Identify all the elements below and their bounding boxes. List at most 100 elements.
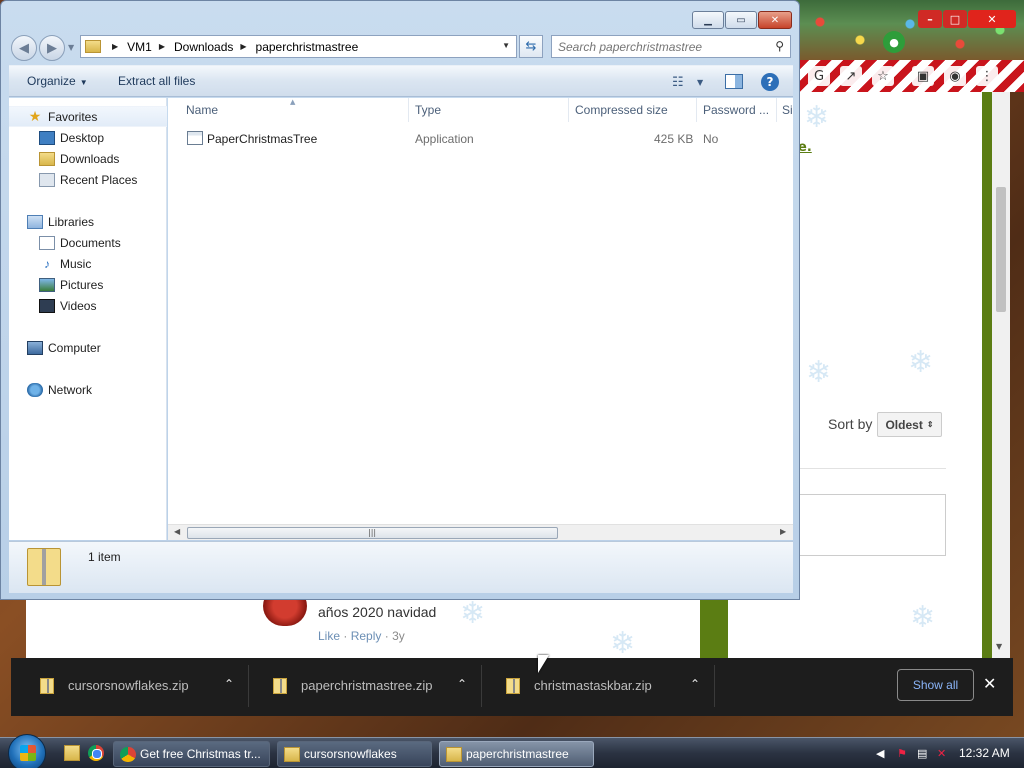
action-center-flag-icon[interactable]: ⚑ bbox=[897, 747, 907, 760]
volume-muted-icon[interactable]: ✕ bbox=[937, 747, 946, 760]
chevron-up-icon[interactable]: ⌃ bbox=[457, 677, 467, 691]
chrome-quicklaunch-icon[interactable] bbox=[88, 745, 104, 761]
column-header-type[interactable]: Type bbox=[415, 103, 441, 117]
browser-scrollbar-thumb[interactable] bbox=[996, 187, 1006, 312]
nav-downloads[interactable]: Downloads bbox=[9, 148, 167, 169]
breadcrumb-current[interactable]: paperchristmastree bbox=[256, 40, 359, 54]
change-view-icon[interactable]: ☷ bbox=[672, 75, 684, 90]
address-bar[interactable]: ▶ VM1 ▶ Downloads ▶ paperchristmastree ▼ bbox=[80, 35, 517, 58]
search-icon[interactable]: ⚲ bbox=[775, 39, 784, 53]
nav-recent-places[interactable]: Recent Places bbox=[9, 169, 167, 190]
zip-file-icon bbox=[506, 678, 520, 694]
google-icon[interactable]: G bbox=[808, 66, 830, 86]
comment-textarea[interactable] bbox=[798, 494, 946, 556]
browser-minimize-button[interactable]: – bbox=[918, 10, 942, 28]
snowflake-icon: ❄ bbox=[910, 600, 936, 635]
nav-documents[interactable]: Documents bbox=[9, 232, 167, 253]
page-link[interactable]: e. bbox=[798, 140, 812, 155]
explorer-quicklaunch-icon[interactable] bbox=[64, 745, 80, 761]
scroll-left-arrow-icon[interactable]: ◀ bbox=[174, 527, 180, 536]
snowflake-icon: ❄ bbox=[806, 355, 832, 390]
taskbar-button-browser[interactable]: Get free Christmas tr... bbox=[113, 741, 270, 767]
sort-select[interactable]: Oldest ⇕ bbox=[877, 412, 942, 437]
like-link[interactable]: Like bbox=[318, 629, 340, 643]
download-item[interactable]: cursorsnowflakes.zip ⌃ bbox=[16, 665, 249, 707]
taskbar-button-paperchristmastree[interactable]: paperchristmastree bbox=[439, 741, 594, 767]
nav-libraries-label: Libraries bbox=[48, 214, 95, 229]
extract-all-button[interactable]: Extract all files bbox=[118, 74, 195, 88]
view-options-dropdown-icon[interactable]: ▼ bbox=[697, 78, 703, 87]
column-divider[interactable] bbox=[776, 98, 777, 122]
close-button[interactable]: ✕ bbox=[758, 11, 792, 29]
help-icon[interactable]: ? bbox=[761, 73, 779, 91]
command-bar: Organize ▼ Extract all files ☷ ▼ ? bbox=[9, 65, 793, 97]
show-hidden-icons-icon[interactable]: ◀ bbox=[876, 747, 884, 760]
snowflake-icon: ❄ bbox=[804, 100, 830, 135]
download-item[interactable]: christmastaskbar.zip ⌃ bbox=[482, 665, 715, 707]
nav-network[interactable]: Network bbox=[9, 379, 167, 400]
nav-downloads-label: Downloads bbox=[60, 151, 120, 166]
scroll-right-arrow-icon[interactable]: ▶ bbox=[780, 527, 786, 536]
horizontal-scrollbar[interactable]: ◀ ||| ▶ bbox=[168, 524, 793, 540]
taskbar-button-cursorsnowflakes[interactable]: cursorsnowflakes bbox=[277, 741, 432, 767]
nav-music[interactable]: ♪ Music bbox=[9, 253, 167, 274]
nav-documents-label: Documents bbox=[60, 235, 121, 250]
maximize-button[interactable]: ▭ bbox=[725, 11, 757, 29]
file-password: No bbox=[703, 132, 719, 146]
show-all-button[interactable]: Show all bbox=[897, 669, 974, 701]
refresh-button[interactable]: ⇆ bbox=[519, 35, 543, 58]
back-button[interactable]: ◀ bbox=[11, 35, 37, 61]
reply-link[interactable]: Reply bbox=[351, 629, 382, 643]
organize-button[interactable]: Organize ▼ bbox=[27, 74, 88, 88]
nav-favorites[interactable]: ★ Favorites bbox=[9, 106, 167, 127]
column-header-password[interactable]: Password ... bbox=[703, 103, 769, 117]
chevron-up-icon[interactable]: ⌃ bbox=[224, 677, 234, 691]
search-input[interactable] bbox=[552, 36, 762, 57]
bookmark-star-icon[interactable]: ☆ bbox=[872, 66, 894, 86]
minimize-button[interactable]: ▁ bbox=[692, 11, 724, 29]
nav-libraries[interactable]: Libraries bbox=[9, 211, 167, 232]
address-dropdown-icon[interactable]: ▼ bbox=[502, 41, 510, 50]
nav-pictures[interactable]: Pictures bbox=[9, 274, 167, 295]
folder-icon bbox=[446, 747, 462, 762]
browser-maximize-button[interactable]: □ bbox=[943, 10, 967, 28]
clock[interactable]: 12:32 AM bbox=[959, 746, 1010, 760]
tab-search-icon[interactable]: ▣ bbox=[912, 66, 934, 86]
horizontal-scrollbar-thumb[interactable]: ||| bbox=[187, 527, 558, 539]
column-divider[interactable] bbox=[568, 98, 569, 122]
download-item[interactable]: paperchristmastree.zip ⌃ bbox=[249, 665, 482, 707]
browser-scrollbar[interactable]: ▼ bbox=[992, 92, 1010, 662]
nav-desktop[interactable]: Desktop bbox=[9, 127, 167, 148]
breadcrumb-arrow-icon[interactable]: ▶ bbox=[112, 42, 118, 51]
preview-pane-icon[interactable] bbox=[725, 74, 743, 89]
zip-folder-icon bbox=[85, 40, 101, 53]
breadcrumb-downloads[interactable]: Downloads bbox=[174, 40, 233, 54]
column-header-name[interactable]: Name bbox=[186, 103, 218, 117]
nav-videos[interactable]: Videos bbox=[9, 295, 167, 316]
profile-avatar-icon[interactable]: ● bbox=[883, 31, 905, 53]
start-button[interactable] bbox=[8, 734, 46, 768]
breadcrumb-arrow-icon[interactable]: ▶ bbox=[159, 42, 165, 51]
scroll-down-arrow-icon[interactable]: ▼ bbox=[996, 642, 1002, 651]
snowflake-icon: ❄ bbox=[908, 345, 934, 380]
file-name[interactable]: PaperChristmasTree bbox=[207, 132, 317, 146]
recent-pages-dropdown-icon[interactable]: ▼ bbox=[68, 43, 74, 52]
meta-dot: · bbox=[384, 629, 389, 643]
column-divider[interactable] bbox=[408, 98, 409, 122]
breadcrumb-vm1[interactable]: VM1 bbox=[127, 40, 152, 54]
column-divider[interactable] bbox=[696, 98, 697, 122]
nav-computer[interactable]: Computer bbox=[9, 337, 167, 358]
share-icon[interactable]: ↗ bbox=[840, 66, 862, 86]
network-tray-icon[interactable]: ▤ bbox=[917, 747, 927, 760]
breadcrumb-arrow-icon[interactable]: ▶ bbox=[240, 42, 246, 51]
column-header-compressed-size[interactable]: Compressed size bbox=[575, 103, 668, 117]
chevron-up-icon[interactable]: ⌃ bbox=[690, 677, 700, 691]
search-box[interactable]: ⚲ bbox=[551, 35, 791, 58]
menu-dots-icon[interactable]: ⋮ bbox=[976, 66, 998, 86]
account-icon[interactable]: ◉ bbox=[944, 66, 966, 86]
browser-close-button[interactable]: ✕ bbox=[968, 10, 1016, 28]
forward-button[interactable]: ▶ bbox=[39, 35, 65, 61]
music-icon: ♪ bbox=[44, 256, 50, 271]
close-icon[interactable]: ✕ bbox=[983, 674, 996, 693]
column-header-size[interactable]: Si bbox=[782, 103, 793, 117]
